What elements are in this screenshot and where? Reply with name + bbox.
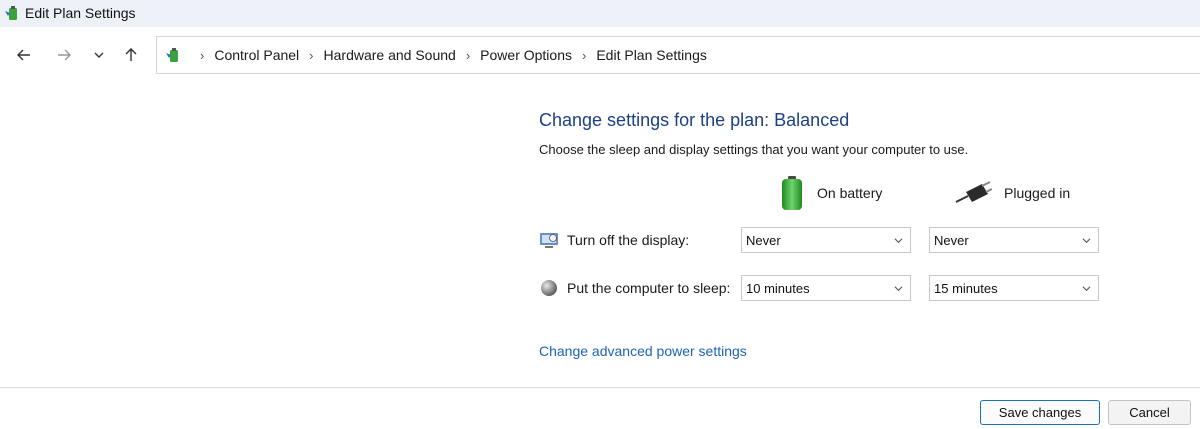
recent-locations-button[interactable] (87, 43, 111, 67)
arrow-up-icon (125, 48, 137, 61)
column-header-on-battery: On battery (779, 175, 882, 211)
address-bar[interactable]: › Control Panel › Hardware and Sound › P… (156, 36, 1200, 74)
chevron-right-icon: › (200, 47, 205, 63)
power-plug-icon (955, 181, 992, 203)
page-description: Choose the sleep and display settings th… (539, 142, 969, 157)
save-changes-button[interactable]: Save changes (980, 400, 1100, 425)
breadcrumb-item-control-panel[interactable]: Control Panel (214, 47, 299, 63)
turn-off-display-row: Turn off the display: (539, 227, 689, 253)
sleep-on-battery-value: 10 minutes (746, 280, 810, 296)
chevron-right-icon: › (465, 47, 471, 63)
advanced-power-settings-link[interactable]: Change advanced power settings (539, 343, 747, 359)
battery-icon (782, 176, 802, 210)
plugged-in-label: Plugged in (1004, 185, 1071, 201)
breadcrumb-item-hardware-and-sound[interactable]: Hardware and Sound (324, 47, 456, 63)
display-icon (540, 233, 558, 248)
arrow-right-icon (58, 49, 71, 61)
footer-divider (0, 387, 1200, 388)
turn-off-display-label: Turn off the display: (567, 232, 690, 248)
power-options-icon (5, 6, 17, 20)
sleep-row: Put the computer to sleep: (539, 275, 730, 301)
window-title: Edit Plan Settings (25, 5, 136, 21)
chevron-down-icon (894, 286, 903, 292)
control-panel-icon (166, 48, 178, 62)
display-on-battery-select[interactable]: Never (741, 227, 911, 253)
navigation-bar: › Control Panel › Hardware and Sound › P… (0, 27, 1200, 83)
chevron-right-icon: › (309, 47, 314, 63)
page-title: Change settings for the plan: Balanced (539, 110, 850, 130)
arrow-left-icon (17, 49, 30, 61)
chevron-down-icon (1082, 238, 1091, 244)
breadcrumb: › Control Panel › Hardware and Sound › P… (190, 37, 707, 73)
chevron-down-icon (894, 238, 903, 244)
sleep-label: Put the computer to sleep: (567, 280, 731, 296)
back-button[interactable] (12, 43, 36, 67)
cancel-button[interactable]: Cancel (1108, 400, 1191, 425)
sleep-plugged-in-value: 15 minutes (934, 280, 998, 296)
chevron-right-icon: › (582, 47, 587, 63)
chevron-down-icon (1082, 286, 1091, 292)
sleep-on-battery-select[interactable]: 10 minutes (741, 275, 911, 301)
chevron-down-icon (94, 52, 104, 58)
main-content: Change settings for the plan: Balanced C… (0, 83, 1200, 383)
display-plugged-in-value: Never (934, 232, 969, 248)
display-plugged-in-select[interactable]: Never (929, 227, 1099, 253)
forward-button[interactable] (52, 43, 76, 67)
display-on-battery-value: Never (746, 232, 781, 248)
column-header-plugged-in: Plugged in (954, 175, 1070, 211)
up-button[interactable] (119, 43, 143, 67)
title-bar: Edit Plan Settings (0, 0, 1200, 27)
breadcrumb-item-power-options[interactable]: Power Options (480, 47, 572, 63)
sleep-plugged-in-select[interactable]: 15 minutes (929, 275, 1099, 301)
sleep-moon-icon (541, 280, 557, 296)
breadcrumb-item-edit-plan-settings[interactable]: Edit Plan Settings (596, 47, 707, 63)
on-battery-label: On battery (817, 185, 883, 201)
